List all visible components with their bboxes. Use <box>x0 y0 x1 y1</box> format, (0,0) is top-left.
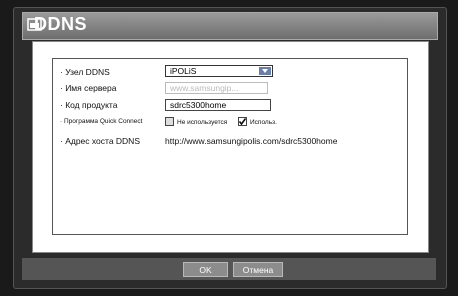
host-address-label: · Адрес хоста DDNS <box>60 136 140 146</box>
not-used-label: Не используется <box>177 119 228 126</box>
host-address-value: http://www.samsungipolis.com/sdrc5300hom… <box>165 136 338 146</box>
cancel-button[interactable]: Отмена <box>233 262 283 277</box>
ok-button[interactable]: OK <box>183 262 228 277</box>
check-icon <box>238 118 247 126</box>
use-label: Использ. <box>250 119 277 126</box>
button-bar <box>22 258 436 280</box>
product-code-field[interactable]: sdrc5300home <box>165 99 271 111</box>
server-name-label: · Имя сервера <box>60 83 117 93</box>
ddns-node-value: iPOLiS <box>170 66 197 76</box>
use-checkbox[interactable] <box>238 117 247 126</box>
quick-connect-label: · Программа Quick Connect <box>60 118 143 125</box>
dialog-title: DDNS <box>34 14 88 34</box>
ddns-node-select[interactable]: iPOLiS <box>165 65 273 77</box>
product-code-label: · Код продукта <box>60 100 118 110</box>
server-name-field[interactable]: www.samsungip... <box>165 82 268 94</box>
ddns-node-label: · Узел DDNS <box>60 67 110 77</box>
chevron-down-icon <box>259 67 271 75</box>
not-used-checkbox[interactable] <box>165 117 174 126</box>
